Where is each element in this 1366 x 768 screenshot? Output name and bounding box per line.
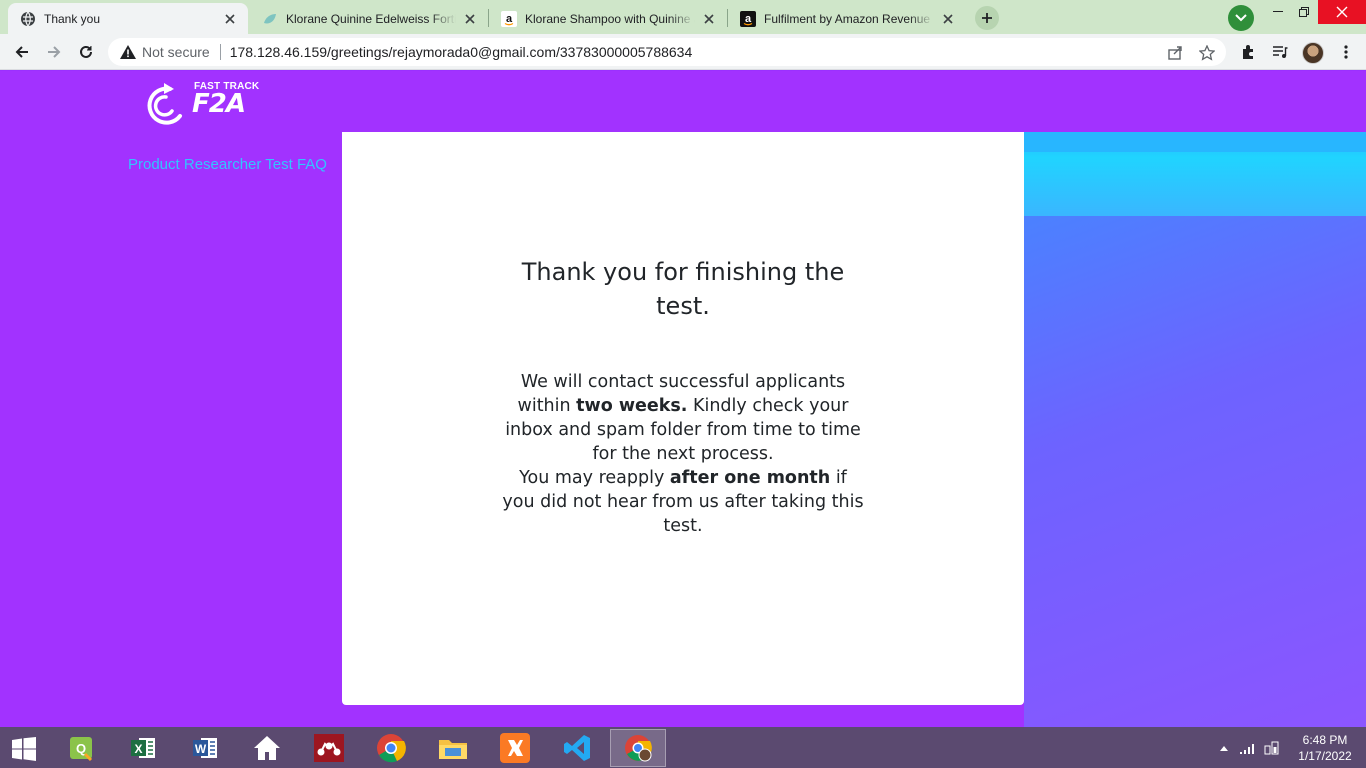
close-icon[interactable] bbox=[462, 11, 478, 27]
security-label[interactable]: Not secure bbox=[142, 44, 210, 60]
reload-icon bbox=[80, 45, 92, 58]
home-icon[interactable] bbox=[250, 732, 284, 764]
vscode-icon[interactable] bbox=[560, 732, 594, 764]
tab-klorane-quinine[interactable]: a Klorane Shampoo with Quinine and Edelw… bbox=[489, 3, 727, 34]
browser-toolbar: Not secure 178.128.46.159/greetings/reja… bbox=[0, 34, 1366, 70]
close-icon[interactable] bbox=[940, 11, 956, 27]
media-control-icon[interactable] bbox=[1270, 42, 1290, 62]
file-explorer-icon[interactable] bbox=[436, 732, 470, 764]
network-signal-icon[interactable] bbox=[1240, 741, 1256, 755]
bookmark-star-icon[interactable] bbox=[1198, 44, 1216, 62]
chrome-icon[interactable] bbox=[374, 732, 408, 764]
address-bar[interactable]: Not secure 178.128.46.159/greetings/reja… bbox=[108, 38, 1226, 66]
system-clock[interactable]: 6:48 PM 1/17/2022 bbox=[1290, 732, 1360, 764]
kebab-menu-icon[interactable] bbox=[1336, 42, 1356, 62]
restore-button[interactable] bbox=[1290, 0, 1318, 24]
battery-icon[interactable] bbox=[1264, 741, 1280, 755]
globe-icon bbox=[20, 11, 36, 27]
svg-text:Q: Q bbox=[76, 741, 86, 756]
gradient-panel bbox=[1024, 132, 1366, 727]
page-title: Thank you for finishing the test. bbox=[521, 258, 845, 320]
reload-button[interactable] bbox=[72, 38, 100, 66]
chevron-down-icon bbox=[1235, 14, 1247, 22]
leaf-icon bbox=[262, 11, 278, 27]
chevron-up-icon[interactable] bbox=[1216, 741, 1232, 755]
xampp-icon[interactable] bbox=[498, 732, 532, 764]
qgis-icon[interactable]: Q bbox=[64, 732, 98, 764]
tab-fba-calculator[interactable]: a Fulfilment by Amazon Revenue Calculato… bbox=[728, 3, 966, 34]
tab-klorane-edelweiss[interactable]: Klorane Quinine Edelweiss Fortifying Sha… bbox=[250, 3, 488, 34]
thank-you-card: Thank you for finishing the test. We wil… bbox=[342, 132, 1024, 705]
fast-track-f2a-logo[interactable]: FAST TRACK F2A bbox=[142, 79, 272, 127]
profile-avatar[interactable] bbox=[1302, 42, 1324, 64]
close-icon[interactable] bbox=[701, 11, 717, 27]
tab-title: Klorane Shampoo with Quinine and Edelwei… bbox=[525, 11, 695, 26]
logo-bottom-text: F2A bbox=[192, 89, 246, 119]
excel-icon[interactable]: X bbox=[126, 732, 160, 764]
windows-start-icon[interactable] bbox=[10, 737, 38, 761]
message-text: We will contact successful applicants wi… bbox=[502, 370, 864, 538]
svg-text:W: W bbox=[195, 742, 207, 756]
arrow-left-icon bbox=[15, 46, 28, 58]
windows-taskbar: Q X W 6:48 PM 1/17/2022 bbox=[0, 727, 1366, 768]
forward-button[interactable] bbox=[40, 38, 68, 66]
svg-text:a: a bbox=[506, 13, 513, 25]
clock-date: 1/17/2022 bbox=[1298, 749, 1352, 763]
message-emphasis: after one month bbox=[669, 468, 831, 488]
amazon-icon: a bbox=[501, 10, 517, 27]
amazon-icon: a bbox=[740, 10, 756, 27]
tab-title: Thank you bbox=[44, 11, 101, 26]
svg-text:X: X bbox=[134, 742, 142, 756]
share-icon[interactable] bbox=[1166, 44, 1184, 62]
chrome-profile-icon[interactable] bbox=[610, 729, 666, 767]
minimize-button[interactable] bbox=[1264, 0, 1292, 24]
message-segment: You may reapply bbox=[519, 468, 670, 488]
cyan-band bbox=[1024, 132, 1366, 216]
tab-title: Fulfilment by Amazon Revenue Calculator bbox=[764, 11, 934, 26]
url-text[interactable]: 178.128.46.159/greetings/rejaymorada0@gm… bbox=[230, 44, 693, 60]
new-tab-button[interactable] bbox=[975, 6, 999, 30]
window-close-button[interactable] bbox=[1318, 0, 1366, 24]
word-icon[interactable]: W bbox=[188, 732, 222, 764]
back-button[interactable] bbox=[8, 38, 36, 66]
arrow-right-icon bbox=[48, 46, 61, 58]
svg-text:a: a bbox=[745, 13, 752, 25]
tab-strip: Thank you Klorane Quinine Edelweiss Fort… bbox=[0, 0, 1366, 34]
divider bbox=[219, 44, 221, 60]
tab-thank-you[interactable]: Thank you bbox=[8, 3, 248, 34]
clock-time: 6:48 PM bbox=[1302, 733, 1348, 747]
tab-title: Klorane Quinine Edelweiss Fortifying Sha… bbox=[286, 11, 456, 26]
mendeley-icon[interactable] bbox=[312, 732, 346, 764]
tab-search-button[interactable] bbox=[1228, 5, 1254, 31]
restore-icon bbox=[1299, 7, 1309, 17]
faq-link[interactable]: Product Researcher Test FAQ bbox=[128, 156, 327, 173]
minimize-icon bbox=[1273, 11, 1283, 12]
page-content: FAST TRACK F2A Product Researcher Test F… bbox=[0, 71, 1366, 727]
message-emphasis: two weeks. bbox=[576, 396, 688, 416]
warning-icon[interactable] bbox=[120, 44, 136, 60]
close-icon bbox=[1336, 6, 1348, 18]
plus-icon bbox=[982, 13, 992, 23]
close-icon[interactable] bbox=[222, 11, 238, 27]
extensions-icon[interactable] bbox=[1238, 42, 1258, 62]
